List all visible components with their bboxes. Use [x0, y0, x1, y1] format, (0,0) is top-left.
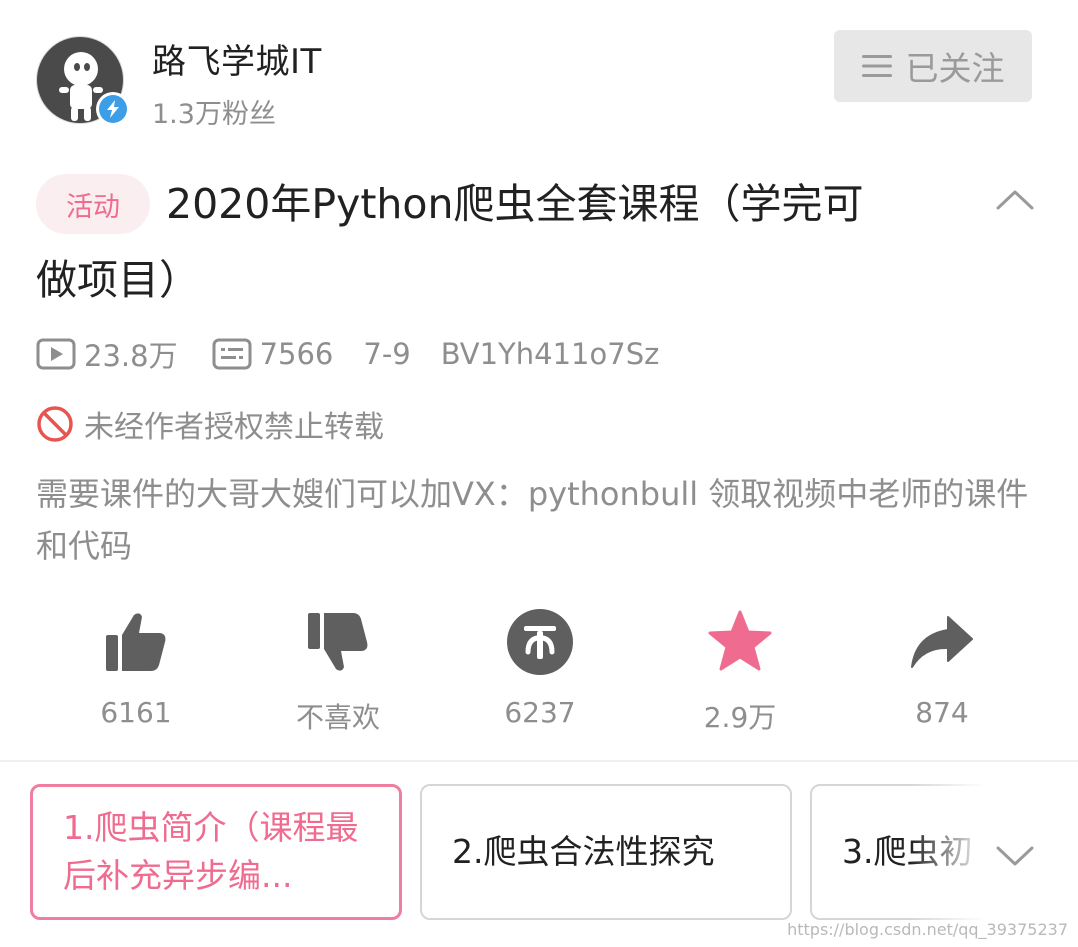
fans-count: 1.3万粉丝 [152, 99, 276, 130]
lightning-icon [107, 100, 119, 118]
publish-date: 7-9 [363, 337, 411, 371]
no-reprint-text: 未经作者授权禁止转载 [84, 410, 384, 445]
share-arrow-icon [911, 616, 973, 668]
bv-id: BV1Yh411o7Sz [440, 337, 660, 371]
verified-badge [96, 92, 130, 126]
danmaku-count: 7566 [259, 337, 334, 371]
watermark: https://blog.csdn.net/qq_39375237 [787, 920, 1068, 939]
prohibited-icon [37, 406, 73, 442]
video-title-line-1: 2020年Python爬虫全套课程（学完可 [166, 180, 864, 228]
like-button[interactable]: 6161 [36, 606, 236, 729]
star-icon [708, 610, 772, 671]
dislike-button[interactable]: 不喜欢 [238, 606, 438, 736]
views-count: 23.8万 [84, 339, 178, 373]
share-button[interactable]: 874 [842, 606, 1042, 729]
favorite-count: 2.9万 [703, 701, 777, 734]
dislike-label: 不喜欢 [295, 701, 380, 734]
danmaku-stat: 7566 [212, 337, 334, 371]
video-description: 需要课件的大哥大嫂们可以加VX：pythonbull 领取视频中老师的课件和代码 [36, 475, 1029, 565]
coin-count: 6237 [504, 696, 576, 729]
favorite-button[interactable]: 2.9万 [640, 606, 840, 736]
expand-chevron-down-icon[interactable] [990, 836, 1040, 876]
play-count-icon [36, 338, 76, 370]
coin-button[interactable]: 6237 [440, 606, 640, 729]
episode-label: 2.爬虫合法性探究 [452, 832, 715, 871]
uploader-avatar[interactable] [36, 36, 130, 126]
thumbs-up-icon [106, 613, 166, 671]
video-title-line-2: 做项目） [36, 256, 200, 304]
episode-card-1[interactable]: 1.爬虫简介（课程最后补充异步编... [30, 784, 402, 920]
collapse-chevron-up-icon[interactable] [990, 180, 1040, 220]
video-stats: 23.8万 7566 7-9 BV1Yh411o7Sz [36, 330, 659, 378]
danmaku-icon [212, 338, 252, 370]
views-stat: 23.8万 [36, 333, 178, 375]
episode-label: 1.爬虫简介（课程最后补充异步编... [63, 808, 359, 895]
divider [0, 760, 1078, 762]
activity-tag[interactable]: 活动 [36, 174, 150, 234]
uploader-name[interactable]: 路飞学城IT [152, 34, 322, 83]
episode-card-2[interactable]: 2.爬虫合法性探究 [420, 784, 792, 920]
no-reprint-notice: 未经作者授权禁止转载 [36, 402, 384, 446]
follow-label: 已关注 [905, 49, 1005, 88]
coin-icon [507, 609, 573, 675]
follow-button[interactable]: 已关注 [834, 30, 1032, 102]
thumbs-down-icon [308, 613, 368, 671]
like-count: 6161 [100, 696, 172, 729]
share-count: 874 [915, 696, 969, 729]
menu-icon [861, 55, 892, 77]
